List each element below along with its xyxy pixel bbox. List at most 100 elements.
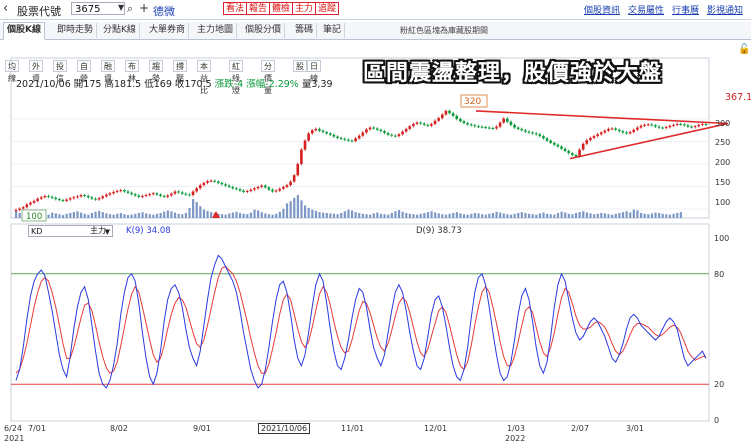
volume-bar: [567, 213, 570, 218]
candle-body: [639, 125, 643, 128]
volume-bar: [90, 212, 94, 218]
candle-body: [263, 185, 267, 188]
indicator-select-value: KD: [31, 227, 43, 236]
volume-bar: [148, 214, 151, 218]
candle-body: [571, 153, 574, 155]
candle-body: [115, 191, 119, 192]
x-label-0701: 7/01: [28, 424, 46, 433]
d-legend: D(9) 38.73: [416, 226, 462, 236]
volume-bar: [415, 214, 419, 218]
candle-body: [419, 122, 422, 124]
candle-body: [357, 135, 361, 139]
candle-body: [220, 182, 224, 185]
volume-bar: [282, 208, 285, 218]
candle-body: [654, 125, 657, 127]
candle-body: [379, 129, 383, 132]
volume-bar: [304, 205, 307, 218]
candle-body: [610, 128, 614, 130]
volume-bar: [419, 213, 422, 218]
candle-body: [29, 202, 32, 205]
candle-body: [552, 142, 556, 145]
candle-body: [238, 189, 242, 191]
candle-body: [661, 127, 664, 129]
x-label-0802: 8/02: [110, 424, 128, 433]
candle-body: [36, 198, 39, 201]
volume-bar: [509, 214, 513, 218]
candle-body: [141, 195, 144, 197]
volume-bar: [448, 213, 451, 218]
x-label-0901: 9/01: [193, 424, 211, 433]
candle-body: [549, 140, 552, 143]
volume-bar: [242, 213, 245, 218]
volume-bar: [473, 212, 476, 218]
candle-body: [625, 132, 628, 134]
candle-body: [426, 124, 430, 126]
candle-body: [209, 180, 213, 182]
candle-body: [227, 185, 231, 187]
volume-bar: [18, 212, 21, 218]
candle-body: [437, 118, 440, 121]
volume-bar: [408, 213, 411, 218]
candle-body: [636, 127, 639, 130]
candle-body: [617, 129, 621, 132]
volume-bar: [531, 214, 534, 218]
candle-body: [578, 149, 581, 157]
volume-bar: [499, 212, 502, 218]
volume-bar: [607, 214, 610, 218]
candle-body: [278, 188, 282, 191]
x-label-0301: 3/01: [626, 424, 644, 433]
indicator-option[interactable]: 主力: [88, 225, 114, 237]
volume-bar: [271, 214, 274, 218]
candle-body: [632, 129, 636, 133]
volume-bar: [481, 214, 484, 218]
volume-bar: [278, 211, 281, 218]
candle-body: [328, 133, 332, 135]
price-axis-200: 200: [715, 158, 731, 167]
volume-bar: [618, 212, 621, 218]
candle-body: [159, 194, 162, 196]
headline-caption: 區間震盪整理，股價強於大盤: [363, 61, 663, 86]
candle-body: [556, 144, 560, 147]
candle-body: [336, 136, 339, 138]
kd-axis-100: 100: [714, 234, 730, 243]
volume-bar: [130, 214, 133, 218]
volume-bar: [253, 209, 256, 218]
volume-bar: [556, 212, 560, 218]
volume-bar: [654, 212, 657, 218]
volume-bar: [668, 214, 672, 218]
x-label-1201: 12/01: [424, 424, 448, 433]
candle-body: [372, 127, 375, 129]
volume-bar: [358, 212, 361, 218]
candle-body: [343, 138, 347, 140]
candle-body: [137, 195, 141, 197]
volume-bar: [318, 212, 321, 218]
candle-body: [133, 194, 137, 196]
candle-body: [177, 191, 180, 193]
volume-bar: [145, 213, 148, 218]
candle-body: [108, 193, 112, 195]
volume-bar: [361, 213, 365, 218]
volume-bar: [546, 213, 549, 218]
candle-body: [603, 130, 607, 133]
volume-bar: [296, 194, 299, 218]
volume-bar: [470, 213, 473, 218]
indicator-option-label: 主力: [90, 226, 106, 235]
candle-body: [701, 123, 704, 125]
candle-body: [274, 190, 278, 192]
volume-bar: [314, 210, 318, 218]
volume-bar: [596, 213, 599, 218]
price-axis-250: 250: [715, 138, 731, 147]
volume-bar: [137, 212, 141, 218]
candle-body: [151, 193, 155, 195]
volume-bar: [636, 210, 639, 218]
candle-body: [260, 185, 263, 187]
candle-body: [350, 140, 354, 142]
volume-bar: [506, 214, 509, 218]
volume-bar: [267, 214, 271, 218]
candle-body: [491, 128, 495, 129]
candle-body: [25, 204, 29, 208]
k-line: [15, 254, 707, 389]
candle-body: [495, 126, 498, 129]
candle-body: [502, 118, 505, 123]
volume-bar: [177, 213, 180, 218]
